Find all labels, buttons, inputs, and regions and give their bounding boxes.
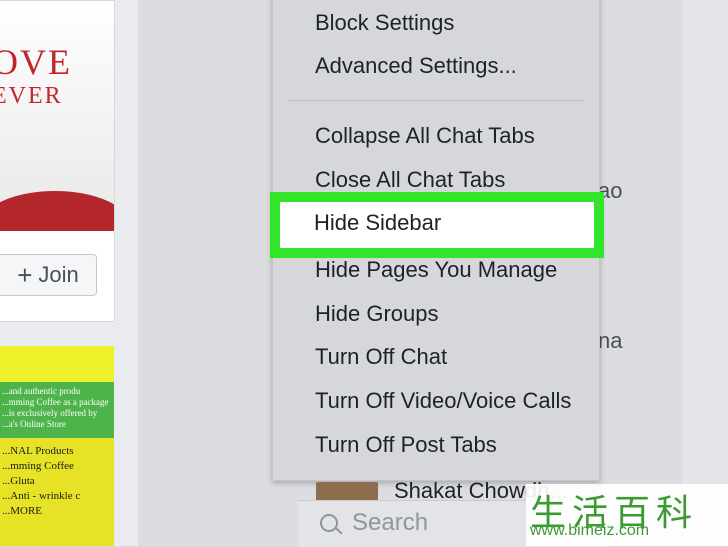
ad-headline-line1: OVE xyxy=(0,42,72,82)
search-icon xyxy=(320,514,338,532)
contact-name-fragment[interactable]: na xyxy=(598,328,622,354)
menu-divider xyxy=(287,100,585,101)
menu-item-turn-off-chat[interactable]: Turn Off Chat xyxy=(315,344,447,370)
plus-icon: + xyxy=(17,259,33,290)
join-button[interactable]: + Join xyxy=(0,254,97,296)
watermark-logo: 生活百科 www.bimeiz.com xyxy=(526,484,728,546)
menu-item-close-all-chat-tabs[interactable]: Close All Chat Tabs xyxy=(315,167,505,193)
join-label: Join xyxy=(38,262,79,287)
ad-image[interactable]: OVE EVER xyxy=(0,1,114,231)
menu-item-block-settings[interactable]: Block Settings xyxy=(315,10,454,36)
menu-item-turn-off-video-voice-calls[interactable]: Turn Off Video/Voice Calls xyxy=(315,388,571,414)
sponsored-card: OVE EVER + Join xyxy=(0,0,115,322)
ad2-mid-line: ...and authentic produ xyxy=(2,386,81,396)
ad2-mid-line: ...a's Online Store xyxy=(2,419,66,429)
ad-decoration xyxy=(0,191,114,231)
ad2-top-band xyxy=(0,346,114,382)
chat-sidebar xyxy=(600,0,682,546)
ad2-bottom-line: ...Anti - wrinkle c xyxy=(2,490,81,502)
ad2-bottom-text: ...NAL Products ...mming Coffee ...Gluta… xyxy=(0,438,114,546)
ad2-bottom-line: ...NAL Products xyxy=(2,445,74,457)
ad2-mid-line: ...mming Coffee as a package xyxy=(2,397,109,407)
ad2-bottom-line: ...mming Coffee xyxy=(2,460,74,472)
menu-item-turn-off-post-tabs[interactable]: Turn Off Post Tabs xyxy=(315,432,497,458)
ad2-bottom-line: ...Gluta xyxy=(2,475,35,487)
ad-headline-line2: EVER xyxy=(0,83,63,109)
watermark-url: www.bimeiz.com xyxy=(530,522,650,539)
menu-item-collapse-all-chat-tabs[interactable]: Collapse All Chat Tabs xyxy=(315,123,535,149)
page-edge xyxy=(682,0,728,546)
left-column: OVE EVER + Join ...and authentic produ .… xyxy=(0,0,138,546)
menu-item-advanced-settings[interactable]: Advanced Settings... xyxy=(315,53,517,79)
search-input[interactable]: Search xyxy=(352,509,428,537)
menu-item-hide-sidebar-label: Hide Sidebar xyxy=(314,210,442,235)
ad2-bottom-line: ...MORE xyxy=(2,505,43,517)
menu-item-hide-pages-you-manage[interactable]: Hide Pages You Manage xyxy=(315,257,557,283)
menu-item-hide-groups[interactable]: Hide Groups xyxy=(315,301,439,327)
ad2-middle-text: ...and authentic produ ...mming Coffee a… xyxy=(0,382,114,438)
ad-banner-2[interactable]: ...and authentic produ ...mming Coffee a… xyxy=(0,346,114,546)
ad2-mid-line: ...is exclusively offered by xyxy=(2,408,98,418)
